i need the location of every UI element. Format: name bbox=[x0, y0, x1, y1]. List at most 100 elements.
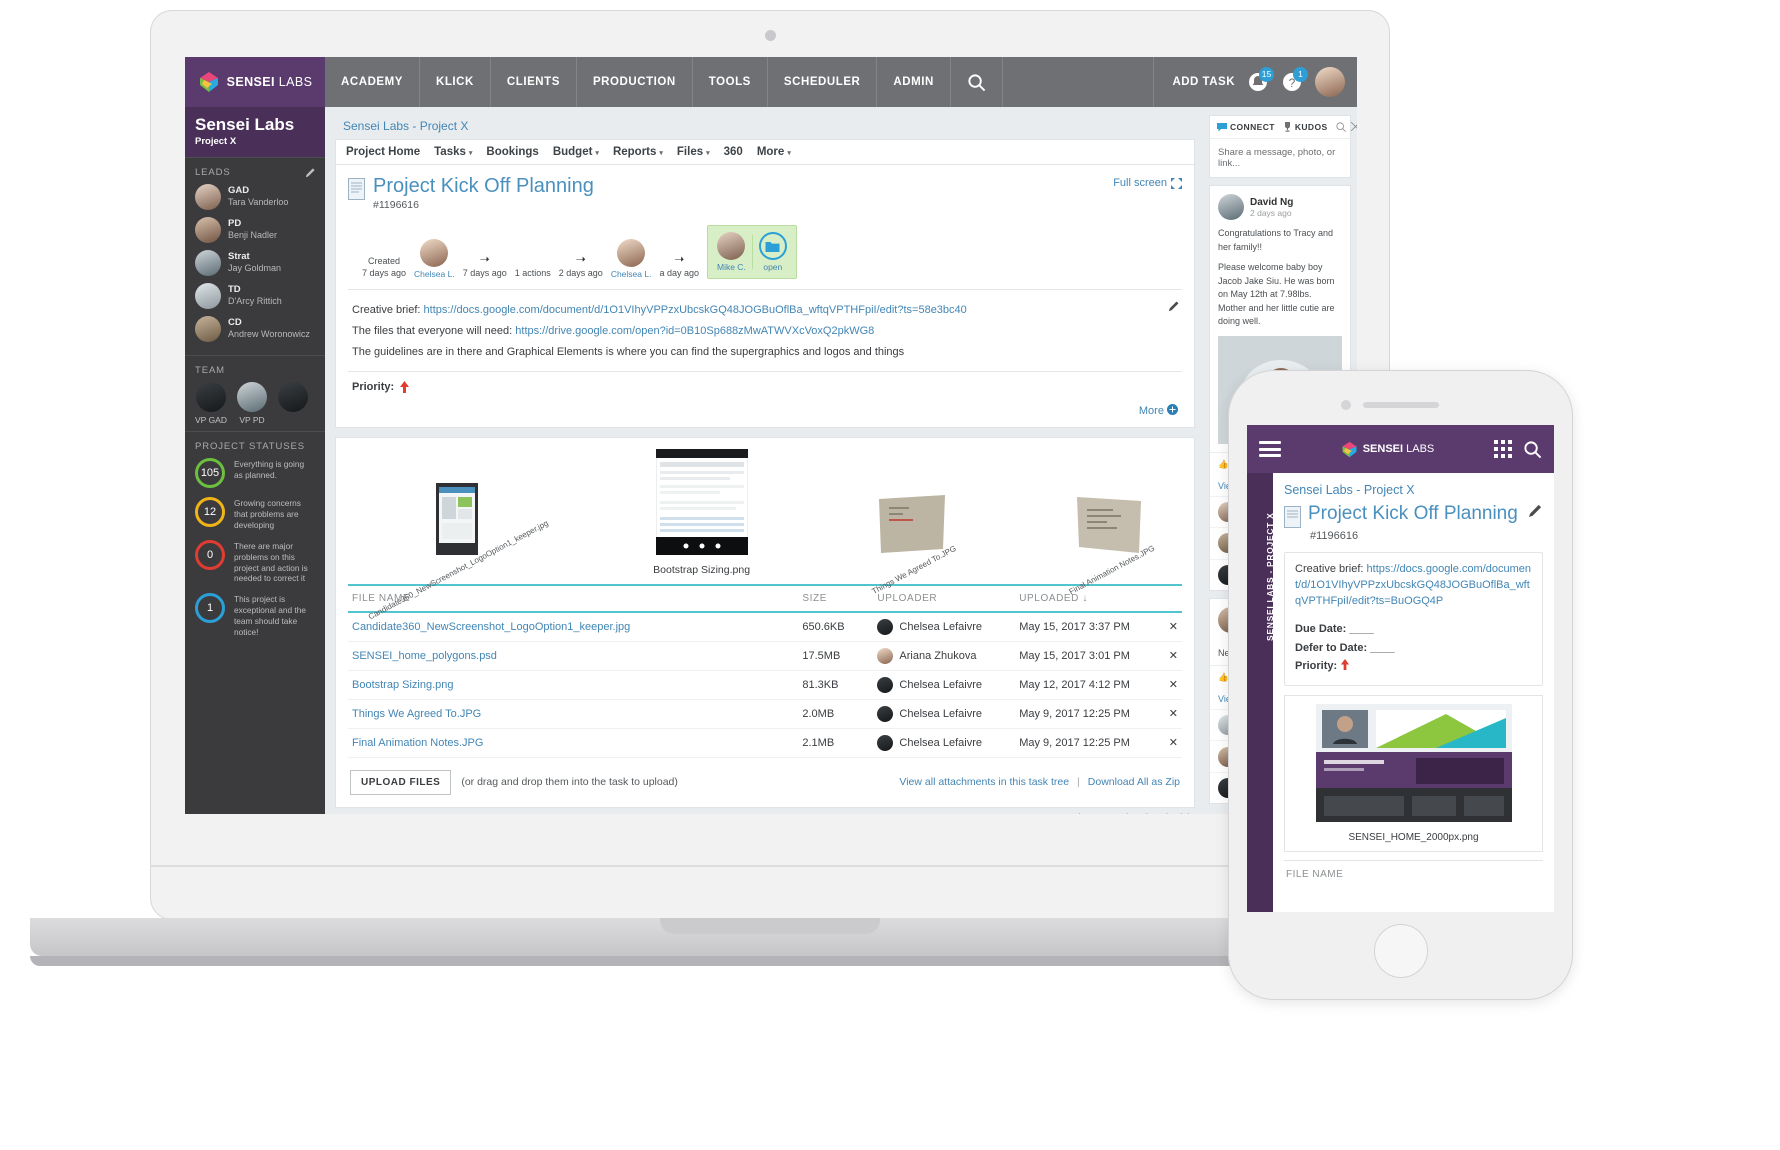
team-member[interactable]: VP PD bbox=[236, 381, 268, 425]
lead-role: GAD bbox=[228, 184, 250, 196]
col-size[interactable]: SIZE bbox=[798, 583, 874, 613]
download-all-zip-link[interactable]: Download All as Zip bbox=[1088, 776, 1180, 788]
close-icon[interactable] bbox=[1350, 122, 1357, 131]
file-link[interactable]: Bootstrap Sizing.png bbox=[352, 679, 454, 691]
nav-item-academy[interactable]: ACADEMY bbox=[325, 57, 420, 107]
nav-item-klick[interactable]: KLICK bbox=[420, 57, 491, 107]
tab-connect[interactable]: CONNECT bbox=[1217, 122, 1275, 132]
lead-item[interactable]: PD Benji Nadler bbox=[195, 216, 315, 243]
search-icon[interactable] bbox=[1523, 440, 1542, 459]
subnav-bookings[interactable]: Bookings bbox=[486, 146, 538, 158]
help-button[interactable]: ? 1 bbox=[1281, 67, 1308, 93]
thumbnail-item[interactable]: Candidate360_NewScreenshot_LogoOption1_k… bbox=[348, 482, 565, 621]
remove-file-button[interactable]: ✕ bbox=[1156, 670, 1182, 700]
phone-breadcrumb[interactable]: Sensei Labs - Project X bbox=[1284, 483, 1543, 497]
brief-link-1[interactable]: https://docs.google.com/document/d/1O1VI… bbox=[424, 304, 967, 316]
sensei-labs-logo-icon bbox=[198, 71, 220, 93]
workflow-current-state[interactable]: Mike C. open bbox=[707, 225, 797, 279]
avatar bbox=[195, 183, 221, 210]
table-row[interactable]: Final Animation Notes.JPG 2.1MB Chelsea … bbox=[348, 728, 1182, 758]
global-search-button[interactable] bbox=[951, 57, 1003, 107]
share-input[interactable]: Share a message, photo, or link... bbox=[1210, 139, 1350, 177]
full-screen-button[interactable]: Full screen bbox=[1113, 177, 1182, 189]
subnav-360[interactable]: 360 bbox=[724, 146, 743, 158]
add-task-button[interactable]: ADD TASK bbox=[1172, 76, 1235, 88]
file-link[interactable]: SENSEI_home_polygons.psd bbox=[352, 650, 497, 662]
grid-icon[interactable] bbox=[1494, 440, 1512, 458]
user-avatar[interactable] bbox=[1315, 67, 1345, 97]
search-icon[interactable] bbox=[1335, 122, 1346, 132]
brand-logo-area[interactable]: SENSEI LABS bbox=[185, 57, 325, 107]
subnav-more[interactable]: More ▾ bbox=[757, 146, 791, 158]
breadcrumb[interactable]: Sensei Labs - Project X bbox=[335, 115, 1195, 139]
status-item[interactable]: 1 This project is exceptional and the tea… bbox=[195, 593, 315, 638]
phone-brand[interactable]: SENSEI LABS bbox=[1291, 441, 1484, 458]
table-row[interactable]: SENSEI_home_polygons.psd 17.5MB Ariana Z… bbox=[348, 641, 1182, 671]
phone-brief-fields: Due Date: ____ Defer to Date: ____ Prior… bbox=[1295, 620, 1532, 676]
upload-files-button[interactable]: UPLOAD FILES bbox=[350, 769, 452, 795]
hamburger-icon[interactable] bbox=[1259, 438, 1281, 461]
nav-item-scheduler[interactable]: SCHEDULER bbox=[768, 57, 878, 107]
status-item[interactable]: 0 There are major problems on this projec… bbox=[195, 539, 315, 585]
workflow-step-2[interactable]: Chelsea L. bbox=[611, 239, 651, 279]
table-row[interactable]: Candidate360_NewScreenshot_LogoOption1_k… bbox=[348, 611, 1182, 642]
phone-attachment-thumb[interactable]: SENSEI_HOME_2000px.png bbox=[1284, 694, 1543, 852]
notifications-button[interactable]: 15 bbox=[1247, 67, 1274, 93]
table-row[interactable]: Things We Agreed To.JPG 2.0MB Chelsea Le… bbox=[348, 699, 1182, 729]
more-toggle[interactable]: More bbox=[348, 402, 1182, 419]
subnav-budget[interactable]: Budget ▾ bbox=[553, 146, 599, 158]
team-member[interactable] bbox=[277, 381, 309, 425]
show-completed-tasks-link[interactable]: Show Completed Tasks (1) bbox=[335, 808, 1195, 814]
status-item[interactable]: 12 Growing concerns that problems are dev… bbox=[195, 496, 315, 531]
pencil-icon[interactable] bbox=[1528, 503, 1543, 518]
file-link[interactable]: Candidate360_NewScreenshot_LogoOption1_k… bbox=[352, 621, 630, 633]
subnav-reports[interactable]: Reports ▾ bbox=[613, 146, 663, 158]
uploader-name: Ariana Zhukova bbox=[899, 649, 977, 662]
nav-item-tools[interactable]: TOOLS bbox=[693, 57, 768, 107]
remove-file-button[interactable]: ✕ bbox=[1156, 699, 1182, 729]
thumbnail-item[interactable]: Bootstrap Sizing.png bbox=[617, 448, 786, 578]
lead-item[interactable]: GAD Tara Vanderloo bbox=[195, 183, 315, 210]
workflow-step-1[interactable]: Chelsea L. bbox=[414, 239, 455, 279]
lead-item[interactable]: CD Andrew Woronowicz bbox=[195, 315, 315, 342]
brief-link-2[interactable]: https://drive.google.com/open?id=0B10Sp6… bbox=[515, 325, 874, 337]
subnav-files[interactable]: Files ▾ bbox=[677, 146, 710, 158]
subnav-tasks[interactable]: Tasks ▾ bbox=[434, 146, 472, 158]
table-row[interactable]: Bootstrap Sizing.png 81.3KB Chelsea Lefa… bbox=[348, 670, 1182, 700]
post-header: David Ng 2 days ago bbox=[1218, 194, 1342, 220]
file-link[interactable]: Final Animation Notes.JPG bbox=[352, 737, 483, 749]
subnav-project-home[interactable]: Project Home bbox=[346, 146, 420, 158]
phone-home-button[interactable] bbox=[1373, 924, 1428, 978]
remove-file-button[interactable]: ✕ bbox=[1156, 611, 1182, 642]
thumbnail-item[interactable]: Final Animation Notes.JPG bbox=[1037, 495, 1182, 596]
main-content-area: Sensei Labs - Project X Project Home Tas… bbox=[325, 107, 1205, 814]
chevron-down-icon: ▾ bbox=[468, 150, 473, 157]
phone-project-rail[interactable]: SENSEI LABS - PROJECT X bbox=[1247, 473, 1275, 912]
file-link[interactable]: Things We Agreed To.JPG bbox=[352, 708, 481, 720]
task-detail-card: Project Kick Off Planning #1196616 Full … bbox=[335, 165, 1195, 428]
col-uploader[interactable]: UPLOADER bbox=[873, 583, 1016, 613]
avatar[interactable] bbox=[1218, 194, 1244, 220]
edit-pencil-icon[interactable] bbox=[1168, 300, 1180, 312]
status-item[interactable]: 105 Everything is going as planned. bbox=[195, 457, 315, 488]
nav-item-clients[interactable]: CLIENTS bbox=[491, 57, 577, 107]
thumbnail-caption: Bootstrap Sizing.png bbox=[653, 563, 751, 576]
tab-kudos[interactable]: KUDOS bbox=[1283, 122, 1328, 132]
remove-file-button[interactable]: ✕ bbox=[1156, 728, 1182, 758]
nav-item-admin[interactable]: ADMIN bbox=[877, 57, 951, 107]
lead-item[interactable]: Strat Jay Goldman bbox=[195, 249, 315, 276]
workflow-step-2-time: 2 days ago bbox=[558, 267, 603, 278]
tab-connect-label: CONNECT bbox=[1230, 122, 1275, 132]
page-title: Project Kick Off Planning bbox=[373, 175, 594, 197]
team-member[interactable]: VP GAD bbox=[195, 381, 227, 425]
thumbnail-item[interactable]: Things We Agreed To.JPG bbox=[838, 494, 985, 596]
subnav-more-label: More bbox=[756, 146, 785, 158]
view-all-attachments-link[interactable]: View all attachments in this task tree bbox=[899, 776, 1069, 788]
laptop-chin-line bbox=[150, 865, 1390, 867]
lead-item[interactable]: TD D'Arcy Rittich bbox=[195, 282, 315, 309]
remove-file-button[interactable]: ✕ bbox=[1156, 641, 1182, 671]
top-bar-right-actions: ADD TASK 15 ? 1 bbox=[1153, 57, 1357, 107]
edit-pencil-icon[interactable] bbox=[305, 167, 316, 178]
nav-item-production[interactable]: PRODUCTION bbox=[577, 57, 693, 107]
task-header: Project Kick Off Planning #1196616 bbox=[348, 175, 1182, 211]
